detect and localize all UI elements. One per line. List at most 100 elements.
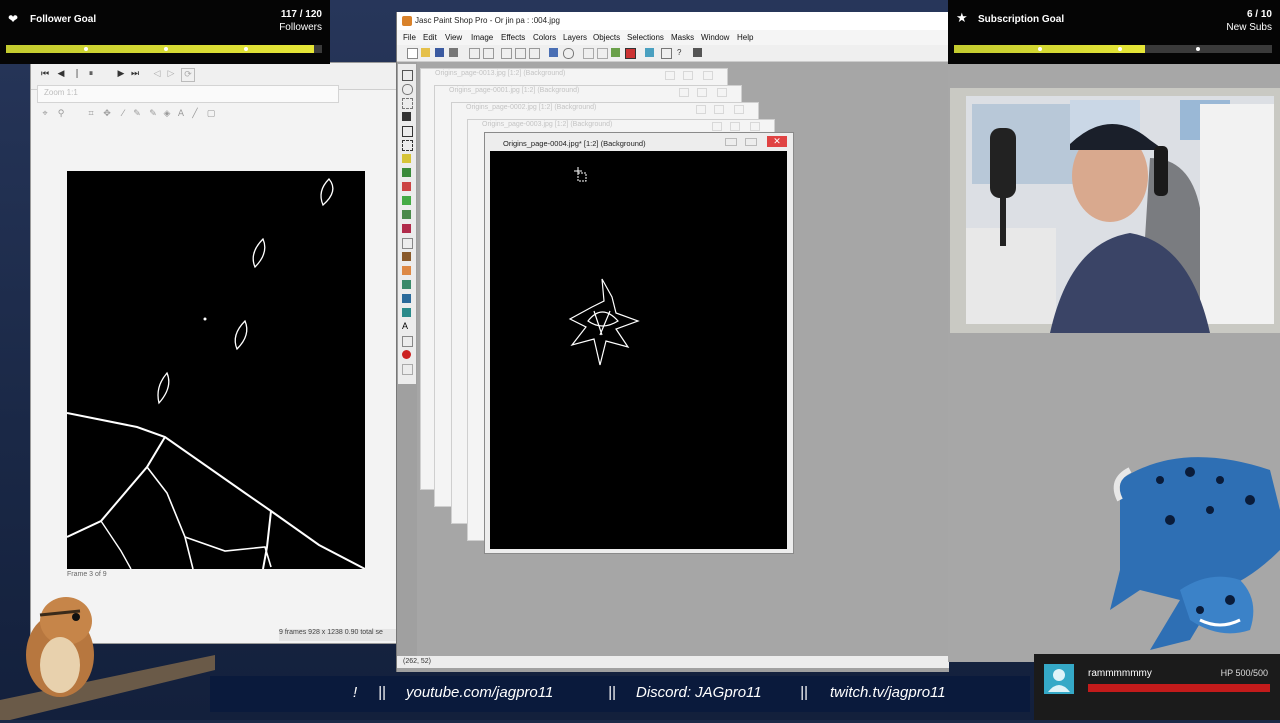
color-replacer-icon[interactable]	[402, 224, 411, 233]
print-icon[interactable]	[449, 48, 458, 57]
zoom-icon[interactable]: ⚲	[55, 108, 67, 120]
menu-effects[interactable]: Effects	[501, 33, 525, 42]
minimize-icon[interactable]	[712, 122, 722, 131]
next-icon[interactable]: ▷	[165, 68, 177, 80]
ticker-separator: ||	[608, 684, 616, 701]
scratch-remover-icon[interactable]	[402, 252, 411, 261]
menu-layers[interactable]: Layers	[563, 33, 587, 42]
freehand-tool-icon[interactable]	[402, 154, 411, 163]
close-icon[interactable]	[734, 105, 744, 114]
draw-tool-icon[interactable]	[402, 336, 413, 347]
maximize-icon[interactable]	[745, 138, 757, 146]
active-doc-window[interactable]: Origins_page-0004.jpg* [1:2] (Background…	[484, 132, 794, 554]
menu-selections[interactable]: Selections	[627, 33, 664, 42]
rect-icon[interactable]: ▢	[205, 108, 217, 120]
close-icon[interactable]	[750, 122, 760, 131]
image-canvas[interactable]	[490, 151, 787, 549]
menu-masks[interactable]: Masks	[671, 33, 694, 42]
crop-tool-icon[interactable]	[402, 112, 411, 121]
airbrush-icon[interactable]	[402, 294, 411, 303]
crop-icon[interactable]: ⌗	[85, 108, 97, 120]
menu-view[interactable]: View	[445, 33, 462, 42]
selection-tool-icon[interactable]	[402, 140, 413, 151]
dropper-icon[interactable]: ⁄	[117, 108, 129, 120]
paste-icon[interactable]	[529, 48, 540, 59]
menu-colors[interactable]: Colors	[533, 33, 556, 42]
menu-window[interactable]: Window	[701, 33, 729, 42]
prev-frame-icon[interactable]: ◀	[55, 68, 67, 80]
layers-icon[interactable]	[611, 48, 620, 57]
cut-icon[interactable]	[501, 48, 512, 59]
maximize-icon[interactable]	[683, 71, 693, 80]
clone-icon[interactable]: ✎	[147, 108, 159, 120]
psp-toolbar: ?	[397, 45, 949, 62]
loop-icon[interactable]: ⟳	[181, 68, 195, 82]
menu-file[interactable]: File	[403, 33, 416, 42]
move-icon[interactable]: ✥	[101, 108, 113, 120]
hp-widget: rammmmmmy HP 500/500	[1034, 654, 1280, 720]
toolbar-icon[interactable]	[583, 48, 594, 59]
wand-tool-icon[interactable]	[402, 168, 411, 177]
menu-image[interactable]: Image	[471, 33, 493, 42]
mover-tool-icon[interactable]	[402, 126, 413, 137]
preset-shapes-icon[interactable]	[402, 350, 411, 359]
new-icon[interactable]	[407, 48, 418, 59]
maximize-icon[interactable]	[714, 105, 724, 114]
redo-icon[interactable]	[483, 48, 494, 59]
progress-marker	[164, 47, 168, 51]
zoom-tool-icon[interactable]	[402, 84, 413, 95]
deform-tool-icon[interactable]	[402, 98, 413, 109]
minimize-icon[interactable]	[696, 105, 706, 114]
flood-fill-icon[interactable]	[402, 308, 411, 317]
pause-icon[interactable]: ⏸	[85, 68, 97, 80]
subscription-goal-label: Subscription Goal	[978, 14, 1065, 25]
animation-tools: ⌖ ⚲ ⌗ ✥ ⁄ ✎ ✎ ◈ A ╱ ▢	[31, 103, 399, 121]
clone-brush-icon[interactable]	[402, 210, 411, 219]
text-tool-icon[interactable]: A	[402, 322, 411, 331]
ticker-separator: ||	[800, 684, 808, 701]
zoom-select[interactable]: Zoom 1:1	[37, 85, 339, 103]
play-icon[interactable]: ▶	[115, 68, 127, 80]
script-icon[interactable]	[661, 48, 672, 59]
object-selector-icon[interactable]	[402, 364, 413, 375]
arrow-tool-icon[interactable]	[402, 70, 413, 81]
eraser-tool-icon[interactable]	[402, 266, 411, 275]
close-icon[interactable]: ✕	[767, 136, 787, 147]
psp-toolbox: A	[398, 64, 416, 384]
select-icon[interactable]: ⌖	[39, 108, 51, 120]
help-icon[interactable]: ?	[677, 48, 686, 57]
fill-icon[interactable]: ◈	[161, 108, 173, 120]
overview-icon[interactable]	[645, 48, 654, 57]
retouch-tool-icon[interactable]	[402, 238, 413, 249]
screen-icon[interactable]	[549, 48, 558, 57]
minimize-icon[interactable]	[679, 88, 689, 97]
palette-icon[interactable]	[597, 48, 608, 59]
lock-icon[interactable]	[693, 48, 702, 57]
line-icon[interactable]: ╱	[189, 108, 201, 120]
first-frame-icon[interactable]: ⏮	[39, 68, 51, 80]
menu-edit[interactable]: Edit	[423, 33, 437, 42]
close-icon[interactable]	[717, 88, 727, 97]
progress-marker	[1118, 47, 1122, 51]
maximize-icon[interactable]	[697, 88, 707, 97]
close-icon[interactable]	[703, 71, 713, 80]
maximize-icon[interactable]	[730, 122, 740, 131]
undo-icon[interactable]	[469, 48, 480, 59]
open-icon[interactable]	[421, 48, 430, 57]
browse-icon[interactable]	[563, 48, 574, 59]
paint-brush-icon[interactable]	[402, 196, 411, 205]
histogram-icon[interactable]	[625, 48, 636, 59]
prev-icon[interactable]: ◁	[151, 68, 163, 80]
step-back-icon[interactable]: ❘	[71, 68, 83, 80]
menu-objects[interactable]: Objects	[593, 33, 620, 42]
minimize-icon[interactable]	[665, 71, 675, 80]
dropper-tool-icon[interactable]	[402, 182, 411, 191]
last-frame-icon[interactable]: ⏭	[129, 68, 141, 80]
picture-tube-icon[interactable]	[402, 280, 411, 289]
brush-icon[interactable]: ✎	[131, 108, 143, 120]
copy-icon[interactable]	[515, 48, 526, 59]
menu-help[interactable]: Help	[737, 33, 753, 42]
text-tool-icon[interactable]: A	[175, 108, 187, 120]
save-icon[interactable]	[435, 48, 444, 57]
minimize-icon[interactable]	[725, 138, 737, 146]
